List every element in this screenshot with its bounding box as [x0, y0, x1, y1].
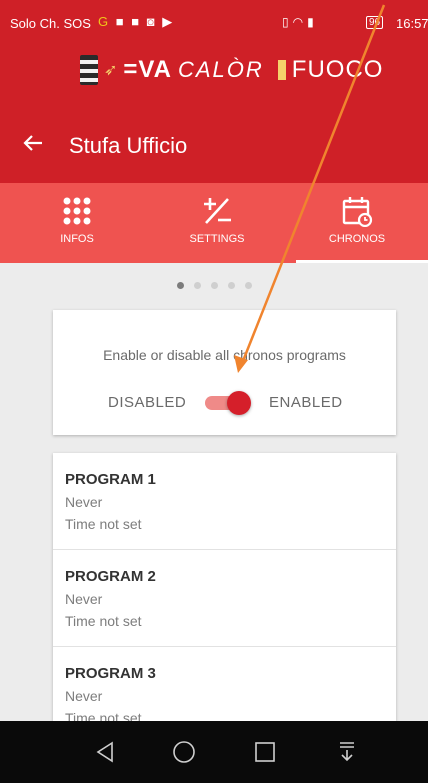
chronos-enable-toggle[interactable] [205, 391, 253, 415]
program-name: PROGRAM 3 [65, 665, 156, 682]
enabled-label: ENABLED [269, 394, 343, 411]
tab-label: INFOS [60, 233, 94, 245]
program-row[interactable]: PROGRAM 1 Never Time not set [53, 453, 396, 550]
bird-logo-icon: ➶ [104, 62, 118, 79]
app-notification-icon: ■ [131, 14, 142, 29]
battery-icon: 96 [366, 16, 384, 29]
play-store-icon: ▶ [162, 14, 175, 29]
plus-minus-icon [200, 195, 234, 227]
brand-eva: =VA [123, 56, 172, 83]
tab-settings[interactable]: SETTINGS [146, 183, 288, 263]
program-time: Time not set [65, 613, 142, 629]
back-button[interactable] [22, 132, 44, 158]
program-name: PROGRAM 2 [65, 568, 156, 585]
tab-label: SETTINGS [189, 233, 245, 245]
selected-tab-indicator [296, 260, 428, 263]
notification-icons: G ■ ■ ◙ ▶ [98, 14, 174, 30]
brand-separator-icon [277, 60, 286, 80]
chronos-toggle-card: Enable or disable all chronos programs D… [53, 310, 396, 435]
arrow-left-icon [23, 135, 42, 151]
notification-shade-icon[interactable] [333, 738, 361, 766]
back-triangle-icon[interactable] [91, 738, 119, 766]
home-circle-icon[interactable] [170, 738, 198, 766]
google-icon: G [98, 14, 111, 29]
signal-icon: ▮ [307, 15, 318, 29]
page-dot[interactable] [244, 282, 252, 289]
app-header: ➶ =VA CALÒR FUOCO Stufa Ufficio [0, 30, 428, 183]
tab-bar: INFOS SETTINGS CHRONOS [0, 183, 428, 263]
grid-dots-icon [60, 195, 94, 227]
wifi-icon: ◠ [292, 15, 308, 29]
app-notification-icon: ■ [115, 14, 126, 29]
page-indicator [0, 279, 428, 293]
program-list: PROGRAM 1 Never Time not set PROGRAM 2 N… [53, 453, 396, 721]
recents-square-icon[interactable] [251, 738, 279, 766]
program-row[interactable]: PROGRAM 2 Never Time not set [53, 550, 396, 647]
brand-calor: CALÒR [177, 57, 264, 82]
page-dot[interactable] [227, 282, 235, 289]
page-dot[interactable] [210, 282, 218, 289]
clock: 16:57 [396, 16, 428, 31]
tab-label: CHRONOS [328, 233, 386, 245]
tab-infos[interactable]: INFOS [6, 183, 148, 263]
program-time: Time not set [65, 516, 142, 532]
system-icons: ▯◠▮ [282, 15, 318, 29]
brand-mark-icon [80, 55, 98, 85]
system-navigation-bar [0, 721, 428, 783]
status-bar: Solo Ch. SOS G ■ ■ ◙ ▶ ▯◠▮ 96 16:57 [0, 0, 428, 31]
toggle-thumb [227, 391, 251, 415]
disabled-label: DISABLED [108, 394, 187, 411]
carrier-label: Solo Ch. SOS [10, 16, 91, 31]
program-days: Never [65, 494, 103, 510]
page-dot[interactable] [193, 282, 201, 289]
calendar-clock-icon [340, 195, 374, 227]
brand-fuoco: FUOCO [291, 56, 384, 83]
program-days: Never [65, 591, 103, 607]
program-days: Never [65, 688, 103, 704]
vibrate-icon: ▯ [282, 15, 293, 29]
chronos-description: Enable or disable all chronos programs [103, 347, 346, 363]
page-title: Stufa Ufficio [69, 133, 188, 158]
program-name: PROGRAM 1 [65, 471, 156, 488]
program-time: Time not set [65, 710, 142, 721]
app-notification-icon: ◙ [146, 14, 157, 29]
brand-logo: ➶ =VA CALÒR FUOCO [80, 50, 383, 90]
tab-chronos[interactable]: CHRONOS [286, 183, 428, 263]
page-dot[interactable] [176, 282, 184, 289]
program-row[interactable]: PROGRAM 3 Never Time not set [53, 647, 396, 721]
